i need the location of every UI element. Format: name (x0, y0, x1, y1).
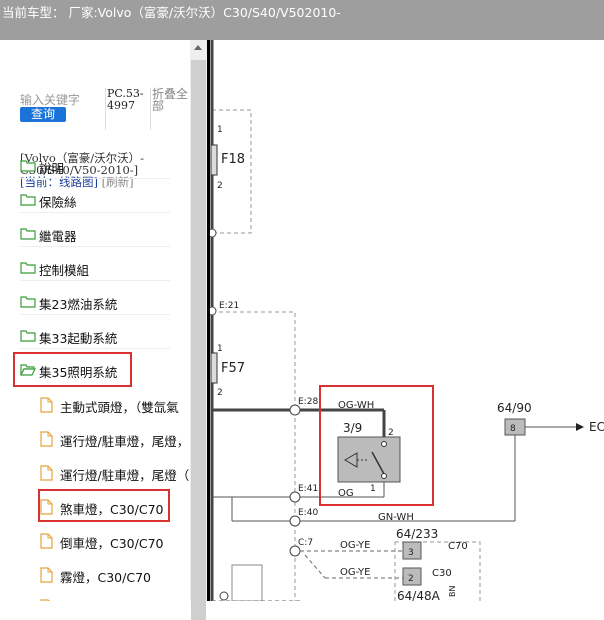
folder-icon (20, 228, 36, 240)
ec-label: EC (589, 420, 604, 434)
tree-item-explanation[interactable]: 說明 (20, 153, 170, 179)
f57-pin-1: 1 (217, 344, 223, 354)
folder-icon (20, 160, 36, 172)
tree-item-label: 說明 (39, 161, 65, 176)
tree-item-control-modules[interactable]: 控制模組 (20, 255, 170, 281)
code-label: PC.53-4997 (107, 87, 144, 112)
document-icon (40, 533, 53, 549)
tree-subitem[interactable]: 倒車燈，C30/C70 (40, 528, 190, 554)
wire-og-ye (304, 554, 326, 579)
scroll-up-icon[interactable] (194, 45, 202, 50)
separator (20, 246, 170, 247)
f57-pin-2: 2 (217, 388, 223, 398)
tree-subitem-label: 運行燈/駐車燈，尾燈（ (60, 468, 190, 483)
gn-wh-label: GN-WH (378, 512, 414, 523)
fuse-f18 (210, 144, 218, 176)
title-bar: 当前车型： 厂家:Volvo（富豪/沃尔沃）C30/S40/V502010- (0, 0, 604, 40)
og-ye-label: OG-YE (340, 540, 370, 551)
tree-subitem-label: 運行燈/駐車燈，尾燈， (60, 434, 190, 449)
document-icon (40, 431, 53, 447)
connector-node (219, 591, 229, 601)
tree-item-fuses[interactable]: 保險絲 (20, 187, 170, 213)
e41-label: E:41 (298, 484, 318, 494)
tree-subitem-label: 倒車燈，C30/C70 (60, 536, 164, 551)
tree-subitem[interactable]: 霧燈，C30/C70 (40, 562, 190, 588)
tree-subitem-label: 霧燈，C30/C70 (60, 570, 151, 585)
c30-label: C30 (432, 568, 452, 579)
separator (20, 280, 170, 281)
scroll-thumb[interactable] (191, 60, 206, 620)
fuse-f57 (210, 352, 218, 384)
folder-icon (20, 194, 36, 206)
connector-6490-label: 64/90 (497, 401, 532, 415)
separator (20, 178, 170, 179)
connector-6448a-pin: 2 (408, 574, 414, 584)
connector-6448a-label: 64/48A (397, 589, 441, 601)
f18-pin-1: 1 (217, 125, 223, 135)
tree-item-relays[interactable]: 繼電器 (20, 221, 170, 247)
connector-node (207, 306, 217, 316)
separator (20, 212, 170, 213)
c7-label: C:7 (298, 538, 313, 548)
tree-item-label: 集33起動系統 (39, 331, 118, 346)
document-icon (40, 397, 53, 413)
tree-item-label: 集23燃油系統 (39, 297, 118, 312)
connector-64233-pin: 3 (408, 548, 414, 558)
wire-loop (231, 564, 263, 602)
search-input[interactable] (20, 93, 104, 107)
tree-subitem[interactable]: 運行燈/駐車燈，尾燈， (40, 426, 190, 452)
tree-subitem-label: 主動式頭燈，（雙氙氣 (60, 400, 179, 415)
highlight-box (319, 385, 434, 506)
connector-node (207, 228, 217, 238)
tree-item-label: 繼電器 (39, 229, 77, 244)
highlight-box (38, 489, 170, 522)
wiring-diagram-svg: 1 2 F18 E:21 1 2 F57 E:28 OG-WH 3/9 2 1 … (207, 40, 604, 603)
tree-subitem[interactable] (40, 594, 190, 601)
tree-item-starting-system[interactable]: 集33起動系統 (20, 323, 170, 349)
og-ye-label: OG-YE (340, 567, 370, 578)
sidebar-scrollbar[interactable] (190, 40, 207, 620)
separator (20, 348, 170, 349)
f57-label: F57 (221, 361, 245, 376)
arrow-right-icon (576, 423, 584, 431)
fuse-box-f57 (211, 311, 296, 603)
collapse-all-link[interactable]: 折叠全部 (152, 88, 192, 112)
highlight-box (13, 352, 132, 387)
separator (20, 314, 170, 315)
document-icon (40, 567, 53, 583)
connector-64233-label: 64/233 (396, 527, 438, 541)
connector-6490-pin: 8 (510, 424, 516, 434)
e40-label: E:40 (298, 508, 318, 518)
tree-subitem[interactable]: 主動式頭燈，（雙氙氣 (40, 392, 190, 418)
vehicle-title: 当前车型： 厂家:Volvo（富豪/沃尔沃）C30/S40/V502010- (2, 5, 341, 20)
folder-icon (20, 262, 36, 274)
f18-pin-2: 2 (217, 181, 223, 191)
document-icon (40, 465, 53, 481)
tree-subitem[interactable]: 運行燈/駐車燈，尾燈（ (40, 460, 190, 486)
tree-item-label: 保險絲 (39, 195, 77, 210)
c70-label: C70 (448, 541, 468, 552)
query-button[interactable]: 查询 (20, 107, 66, 122)
tree-item-label: 控制模組 (39, 263, 90, 278)
wiring-diagram: 1 2 F18 E:21 1 2 F57 E:28 OG-WH 3/9 2 1 … (207, 40, 604, 603)
e28-label: E:28 (298, 397, 318, 407)
f18-label: F18 (221, 152, 245, 167)
e21-label: E:21 (219, 301, 239, 311)
bn-label: BN (448, 586, 457, 597)
folder-icon (20, 330, 36, 342)
divider (150, 88, 151, 130)
tree-item-fuel-system[interactable]: 集23燃油系統 (20, 289, 170, 315)
folder-icon (20, 296, 36, 308)
divider (105, 88, 106, 130)
